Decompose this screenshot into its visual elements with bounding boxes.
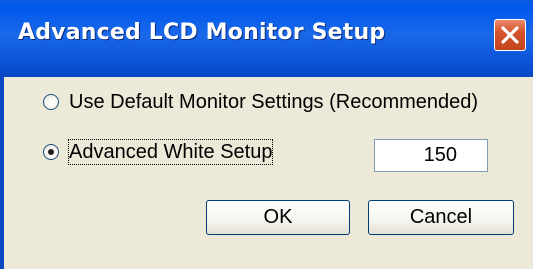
advanced-lcd-monitor-setup-dialog: Advanced LCD Monitor Setup Use Default M… xyxy=(0,0,533,269)
ok-button[interactable]: OK xyxy=(206,200,350,235)
close-button[interactable] xyxy=(494,19,526,51)
window-border xyxy=(0,77,4,269)
radio-label-advanced-white-setup: Advanced White Setup xyxy=(67,139,274,165)
window-title: Advanced LCD Monitor Setup xyxy=(18,20,386,45)
radio-label-default-settings: Use Default Monitor Settings (Recommende… xyxy=(69,91,479,113)
radio-option-advanced-white-setup[interactable]: Advanced White Setup xyxy=(43,139,313,166)
cancel-button[interactable]: Cancel xyxy=(368,200,514,235)
radio-selected-dot xyxy=(48,149,54,155)
radio-option-default-settings[interactable]: Use Default Monitor Settings (Recommende… xyxy=(43,90,513,116)
close-icon xyxy=(501,26,519,44)
radio-button-selected[interactable] xyxy=(43,144,59,160)
title-bar[interactable]: Advanced LCD Monitor Setup xyxy=(0,0,533,77)
white-value-input[interactable]: 150 xyxy=(374,139,488,172)
radio-button-unselected[interactable] xyxy=(43,94,59,110)
